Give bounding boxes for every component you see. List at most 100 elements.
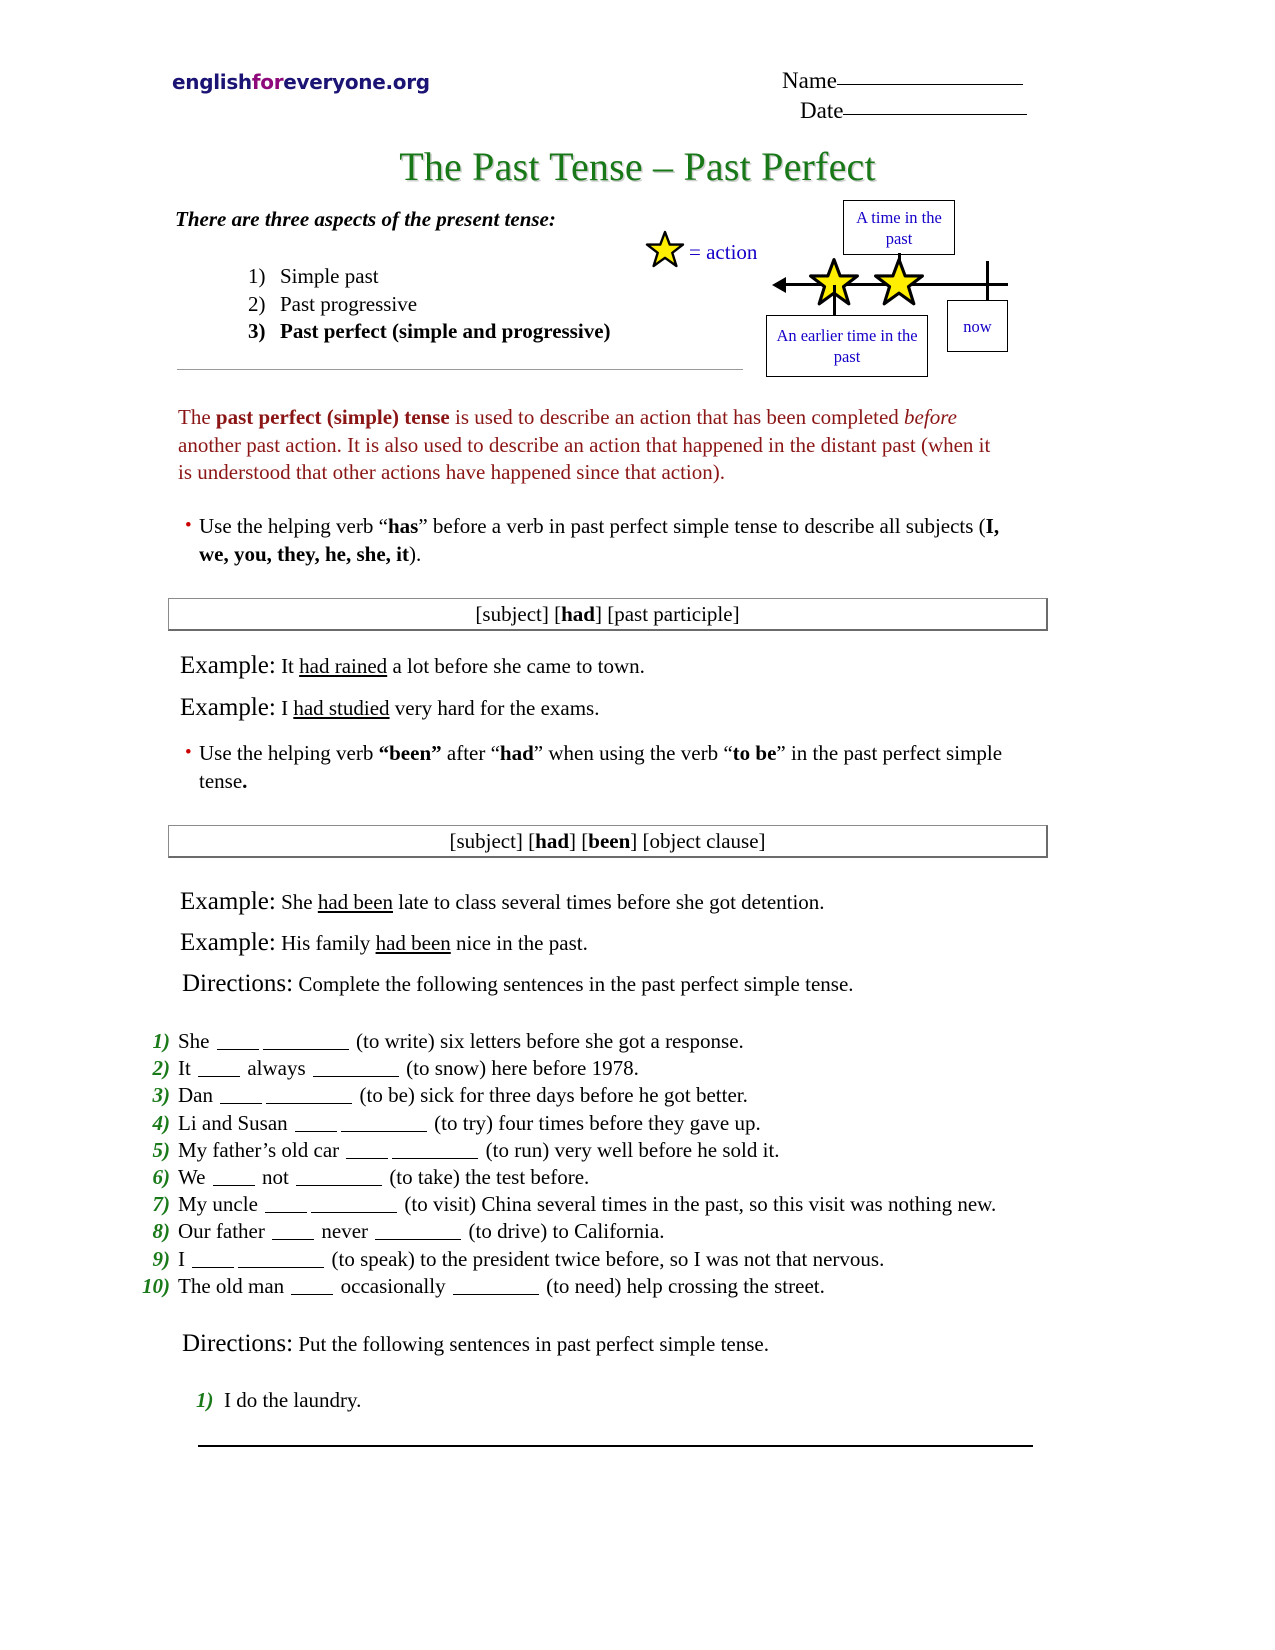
exercise-blank-long-5[interactable]: [392, 1157, 479, 1159]
bullet1-p3: ).: [409, 541, 422, 566]
answer-blank-line-1[interactable]: [198, 1445, 1033, 1447]
exercise-item-10: 10) The old man occasionally (to need) he…: [134, 1273, 1144, 1300]
star-legend-label: = action: [689, 240, 758, 264]
exercise-blank-short-5[interactable]: [346, 1157, 389, 1159]
exercise-number-6: 6): [152, 1165, 171, 1190]
date-field-row: Date: [782, 96, 1028, 126]
exercise-number-8: 8): [152, 1219, 171, 1244]
exercise-pre-9: I: [178, 1246, 191, 1271]
formula-box-past-participle: [subject] [had] [past participle]: [168, 598, 1048, 631]
example-3-post: late to class several times before she g…: [393, 890, 825, 914]
rewrite-number-1: 1): [196, 1388, 214, 1412]
exercise-blank-long-9[interactable]: [238, 1266, 325, 1268]
exercise-list: 1) She (to write) six letters before she …: [134, 1028, 1144, 1300]
example-2-underline: had studied: [293, 696, 390, 720]
exercise-post-1: (to write) six letters before she got a …: [350, 1029, 744, 1053]
bullet-has-text: Use the helping verb “has” before a verb…: [185, 513, 1005, 568]
exercise-number-10: 10): [142, 1273, 170, 1298]
exercise-item-7: 7) My uncle (to visit) China several time…: [134, 1191, 1144, 1218]
timeline-arrow-icon: [772, 276, 786, 293]
bullet2-b4: .: [242, 768, 248, 793]
bullet2-b2: had: [499, 741, 534, 765]
exercise-blank-long-8[interactable]: [375, 1239, 462, 1241]
diagram-box-time-in-past: A time in the past: [843, 200, 955, 255]
logo-part-english: english: [172, 70, 252, 94]
exercise-blank-short-4[interactable]: [294, 1130, 337, 1132]
exercise-number-3: 3): [152, 1083, 171, 1108]
exercise-item-4: 4) Li and Susan (to try) four times befor…: [134, 1110, 1144, 1137]
example-1-post: a lot before she came to town.: [387, 654, 645, 678]
directions-2: Directions: Put the following sentences …: [182, 1330, 769, 1358]
exercise-number-9: 9): [152, 1246, 171, 1271]
explanation-italic-before: before: [904, 405, 957, 429]
exercise-item-3: 3) Dan (to be) sick for three days before…: [134, 1082, 1144, 1109]
bullet2-p3: ” when using the verb “: [533, 741, 733, 765]
directions-1-text: Complete the following sentences in the …: [293, 972, 854, 996]
exercise-blank-long-6[interactable]: [296, 1185, 383, 1187]
exercise-post-5: (to run) very well before he sold it.: [480, 1137, 780, 1162]
example-2: Example: I had studied very hard for the…: [180, 694, 599, 722]
example-4-lead: Example:: [180, 929, 276, 956]
example-3-underline: had been: [317, 890, 394, 914]
exercise-blank-long-7[interactable]: [311, 1212, 398, 1214]
aspect-label-2: Past progressive: [280, 291, 418, 316]
exercise-blank-long-2[interactable]: [312, 1076, 399, 1078]
exercise-blank-short-2[interactable]: [198, 1076, 241, 1078]
section-divider: [177, 369, 743, 370]
worksheet-page: englishforeveryone.org Name Date The Pas…: [0, 0, 1275, 1650]
directions-1: Directions: Complete the following sente…: [182, 970, 854, 998]
exercise-mid-6: not: [256, 1165, 295, 1190]
exercise-item-2: 2) It always (to snow) here before 1978.: [134, 1055, 1144, 1082]
example-3-pre: She: [275, 890, 318, 914]
diagram-box-now: now: [947, 300, 1008, 352]
exercise-number-2: 2): [152, 1056, 171, 1081]
exercise-post-7: (to visit) China several times in the pa…: [399, 1192, 997, 1217]
formula2-d: been: [588, 828, 631, 853]
exercise-blank-short-3[interactable]: [220, 1103, 263, 1105]
exercise-blank-short-9[interactable]: [192, 1266, 235, 1268]
formula1-b: had: [561, 601, 595, 626]
exercise-number-1: 1): [152, 1029, 171, 1053]
aspect-label-1: Simple past: [280, 264, 379, 288]
exercise-item-6: 6) We not (to take) the test before.: [134, 1164, 1144, 1191]
site-logo: englishforeveryone.org: [172, 70, 430, 94]
exercise-blank-short-8[interactable]: [272, 1239, 315, 1241]
diagram-connector-earlier: [833, 285, 836, 317]
bullet1-p1: Use the helping verb “: [199, 514, 388, 538]
exercise-pre-7: My uncle: [178, 1192, 264, 1217]
exercise-blank-short-7[interactable]: [265, 1212, 308, 1214]
exercise-blank-short-6[interactable]: [212, 1185, 255, 1187]
rewrite-text-1: I do the laundry.: [224, 1388, 362, 1412]
name-field-row: Name: [782, 66, 1027, 96]
example-1-lead: Example:: [180, 652, 276, 679]
exercise-pre-8: Our father: [178, 1219, 271, 1244]
logo-part-everyone: everyone.org: [283, 70, 430, 94]
formula2-c: ] [: [569, 828, 589, 853]
exercise-blank-long-10[interactable]: [452, 1293, 539, 1295]
exercise-item-8: 8) Our father never (to drive) to Califor…: [134, 1218, 1144, 1245]
bullet2-p2: after “: [441, 741, 500, 765]
aspect-item-3: 3) Past perfect (simple and progressive): [248, 318, 611, 346]
bullet-dot-icon: •: [185, 742, 192, 763]
exercise-blank-short-10[interactable]: [291, 1293, 334, 1295]
aspect-number-3: 3): [248, 319, 266, 343]
exercise-blank-long-1[interactable]: [262, 1049, 349, 1050]
bullet1-b1: has: [387, 514, 419, 538]
example-1-pre: It: [275, 654, 300, 678]
exercise-number-7: 7): [152, 1192, 171, 1217]
diagram-box-earlier-time: An earlier time in the past: [766, 315, 928, 377]
star-icon: [645, 230, 685, 275]
bullet-been-rule: • Use the helping verb “been” after “had…: [185, 740, 1005, 795]
rewrite-item-1: 1) I do the laundry.: [196, 1388, 361, 1413]
name-blank-line[interactable]: [836, 84, 1023, 85]
aspect-number-2: 2): [248, 291, 266, 316]
exercise-blank-short-1[interactable]: [216, 1049, 259, 1050]
date-blank-line[interactable]: [843, 114, 1028, 115]
bullet2-b1: “been”: [378, 741, 442, 765]
example-4-pre: His family: [275, 931, 376, 955]
formula2-a: [subject] [: [449, 828, 536, 853]
bullet2-p1: Use the helping verb: [199, 741, 379, 765]
exercise-post-9: (to speak) to the president twice before…: [326, 1246, 885, 1271]
exercise-blank-long-4[interactable]: [340, 1130, 427, 1132]
exercise-blank-long-3[interactable]: [266, 1103, 353, 1105]
